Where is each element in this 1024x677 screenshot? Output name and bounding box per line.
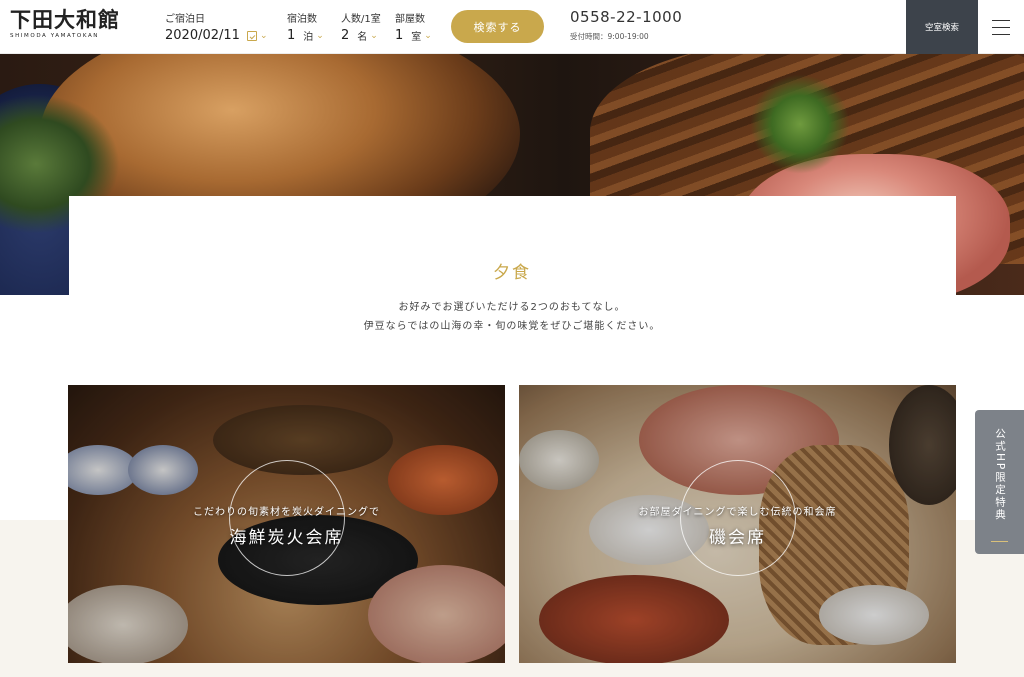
logo-sub-text: SHIMODA YAMATOKAN bbox=[10, 33, 100, 39]
course-subtitle: お部屋ダイニングで楽しむ伝統の和会席 bbox=[638, 507, 837, 518]
side-tab-label: 公式HP限定特典 bbox=[994, 428, 1006, 522]
chevron-down-icon: ⌄ bbox=[424, 30, 432, 41]
hamburger-menu-icon[interactable] bbox=[988, 17, 1014, 37]
course-card-charcoal[interactable]: こだわりの旬素材を炭火ダイニングで 海鮮炭火会席 bbox=[68, 385, 505, 663]
logo-main-text: 下田大和館 bbox=[10, 7, 120, 32]
site-header: 下田大和館 SHIMODA YAMATOKAN ご宿泊日 2020/02/11 … bbox=[0, 0, 1024, 54]
official-site-benefits-tab[interactable]: 公式HP限定特典 bbox=[975, 410, 1024, 554]
course-name: 海鮮炭火会席 bbox=[229, 528, 344, 548]
intro-text-line-1: お好みでお選びいただける2つのおもてなし。 bbox=[398, 302, 626, 313]
course-name: 磯会席 bbox=[709, 528, 766, 548]
checkin-date-value: 2020/02/11 bbox=[165, 28, 240, 43]
nights-unit: 泊 bbox=[303, 32, 314, 43]
checkin-label: ご宿泊日 bbox=[165, 14, 205, 25]
side-tab-underline bbox=[991, 541, 1008, 542]
rooms-select[interactable]: 1 室 ⌄ bbox=[395, 28, 432, 43]
course-card-iso[interactable]: お部屋ダイニングで楽しむ伝統の和会席 磯会席 bbox=[519, 385, 956, 663]
guests-unit: 名 bbox=[357, 32, 368, 43]
calendar-icon[interactable] bbox=[246, 30, 257, 41]
chevron-down-icon: ⌄ bbox=[370, 30, 378, 41]
nights-select[interactable]: 1 泊 ⌄ bbox=[287, 28, 324, 43]
guests-select[interactable]: 2 名 ⌄ bbox=[341, 28, 378, 43]
guests-label: 人数/1室 bbox=[341, 14, 381, 25]
course-subtitle: こだわりの旬素材を炭火ダイニングで bbox=[193, 507, 380, 518]
rooms-unit: 室 bbox=[411, 32, 422, 43]
page-title: 夕食 bbox=[493, 263, 531, 283]
vacancy-search-button[interactable]: 空室検索 bbox=[906, 0, 978, 54]
guests-value: 2 bbox=[341, 28, 350, 43]
search-button[interactable]: 検索する bbox=[451, 10, 544, 43]
chevron-down-icon: ⌄ bbox=[259, 30, 268, 41]
chevron-down-icon: ⌄ bbox=[316, 30, 324, 41]
phone-number[interactable]: 0558-22-1000 bbox=[570, 8, 682, 26]
nights-label: 宿泊数 bbox=[287, 14, 317, 25]
nights-value: 1 bbox=[287, 28, 296, 43]
rooms-value: 1 bbox=[395, 28, 404, 43]
site-logo[interactable]: 下田大和館 SHIMODA YAMATOKAN bbox=[10, 7, 128, 40]
intro-text-line-2: 伊豆ならではの山海の幸・旬の味覚をぜひご堪能ください。 bbox=[363, 321, 661, 332]
rooms-label: 部屋数 bbox=[395, 14, 425, 25]
reception-hours: 受付時間：9:00-19:00 bbox=[570, 32, 649, 41]
checkin-date-field[interactable]: 2020/02/11 ⌄ bbox=[165, 28, 267, 43]
